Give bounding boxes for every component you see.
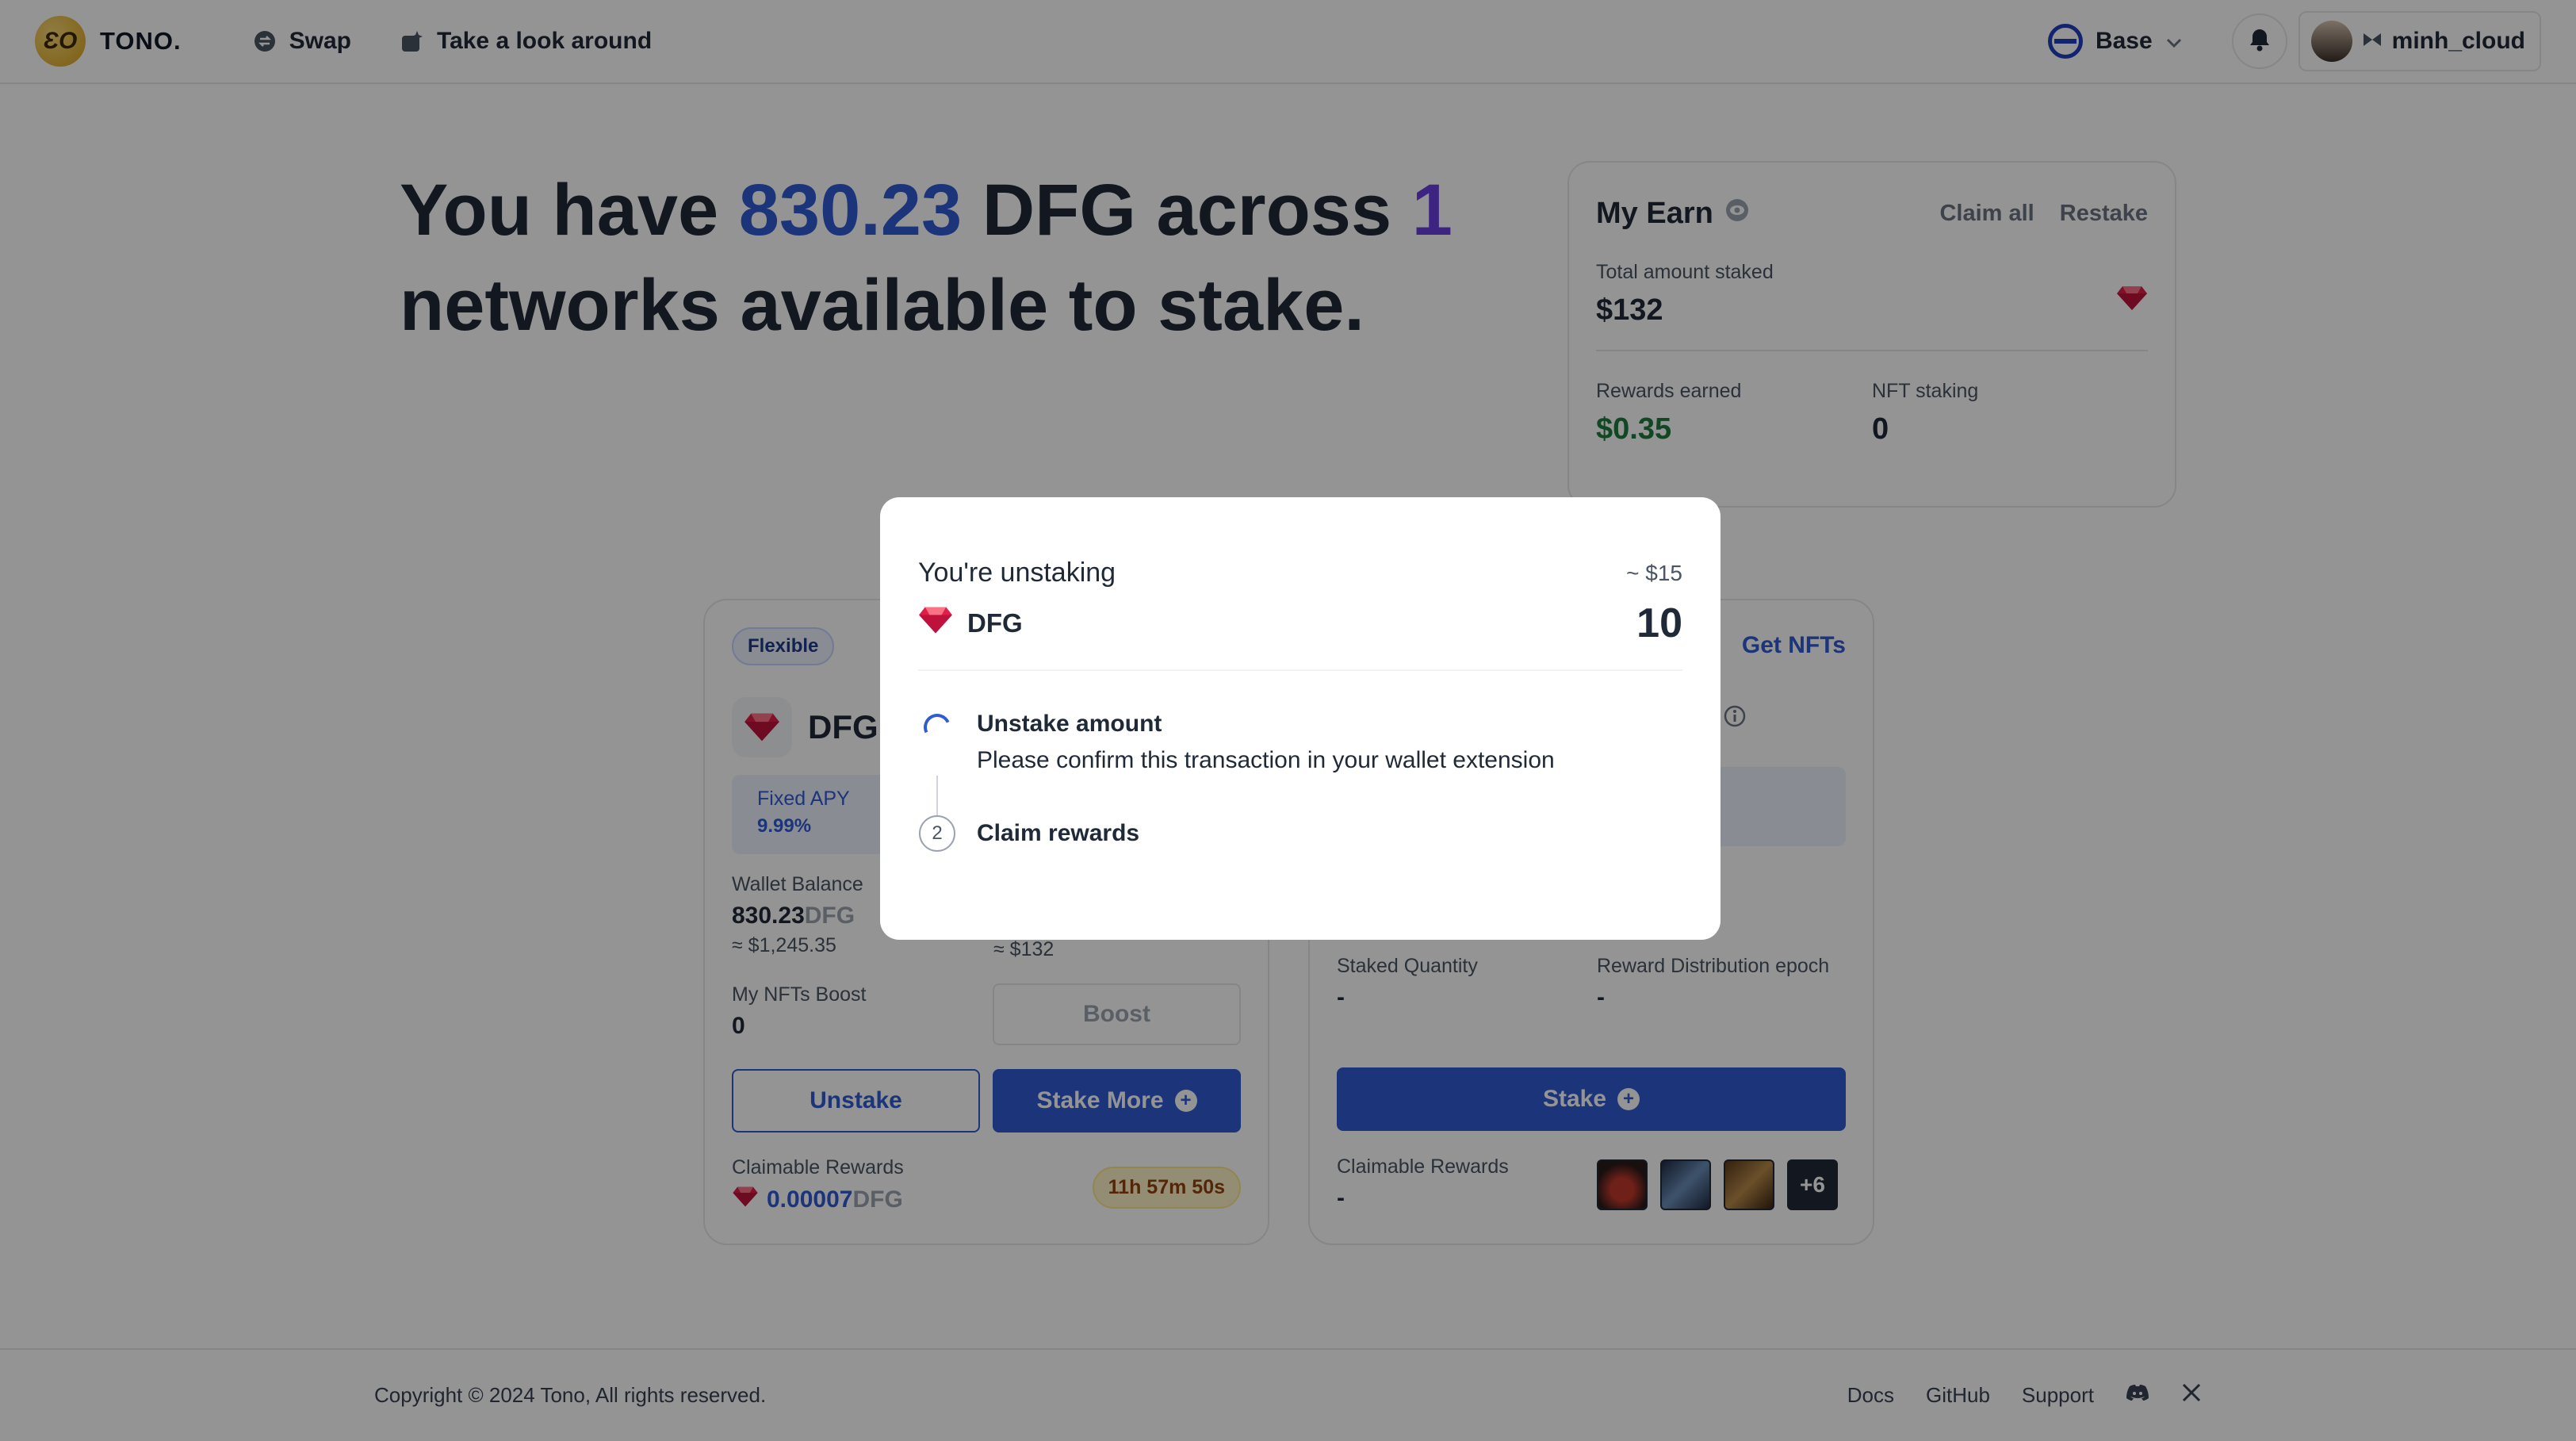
step-1-description: Please confirm this transaction in your … — [977, 747, 1555, 773]
step-1-title: Unstake amount — [977, 711, 1162, 737]
step-1-content: Unstake amount Please confirm this trans… — [977, 711, 1555, 774]
dfg-gem-icon — [918, 605, 953, 642]
step-1-indicator — [918, 710, 956, 774]
modal-token-name: DFG — [967, 608, 1023, 638]
modal-header: You're unstaking ~ $15 — [918, 558, 1682, 588]
modal-token-row: DFG 10 — [918, 600, 1682, 671]
loading-spinner-icon — [920, 710, 955, 745]
unstake-modal: You're unstaking ~ $15 DFG 10 Unstake am… — [880, 497, 1721, 940]
step-2-number: 2 — [919, 815, 955, 852]
modal-token: DFG — [918, 605, 1023, 642]
step-2-title: Claim rewards — [977, 820, 1140, 846]
modal-quantity: 10 — [1636, 600, 1682, 646]
modal-title: You're unstaking — [918, 558, 1116, 588]
step-connector — [936, 776, 938, 815]
step-unstake-amount: Unstake amount Please confirm this trans… — [918, 710, 1682, 774]
step-claim-rewards: 2 Claim rewards — [918, 815, 1682, 852]
step-2-indicator: 2 — [918, 815, 956, 852]
modal-usd-value: ~ $15 — [1626, 560, 1682, 585]
modal-steps: Unstake amount Please confirm this trans… — [918, 710, 1682, 852]
